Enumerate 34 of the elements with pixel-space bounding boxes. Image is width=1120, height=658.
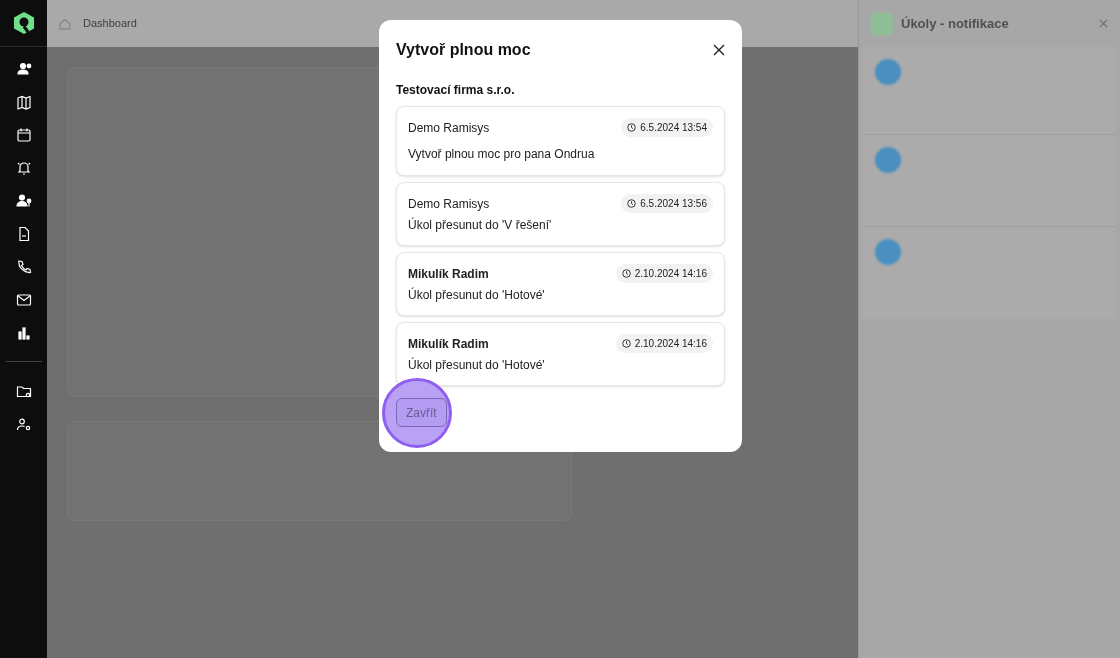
logo-icon[interactable]: [12, 11, 35, 35]
folder-gear-icon[interactable]: [15, 384, 32, 400]
entry-text: Úkol přesunut do 'V řešení': [408, 216, 553, 234]
entry-text: Vytvoř plnou moc pro pana Ondrua: [408, 146, 596, 163]
close-button[interactable]: Zavřít: [396, 398, 447, 427]
entry-text: Úkol přesunut do 'Hotové': [408, 356, 546, 374]
clock-icon: [627, 199, 637, 208]
dialog-title: Vytvoř plnou moc: [396, 40, 531, 60]
timestamp-badge: 6.5.2024 13:56: [621, 194, 713, 213]
breadcrumb[interactable]: Dashboard: [83, 15, 137, 32]
entry-text: Úkol přesunut do 'Hotové': [408, 286, 546, 304]
bell-icon[interactable]: [15, 160, 32, 176]
author-name: Mikulík Radim: [408, 265, 489, 283]
author-name: Mikulík Radim: [408, 335, 489, 353]
bar-chart-icon[interactable]: [15, 325, 32, 341]
clock-icon: [627, 123, 637, 132]
clock-icon: [621, 269, 631, 278]
timestamp-badge: 6.5.2024 13:54: [621, 118, 713, 137]
users-icon[interactable]: [15, 61, 32, 77]
timestamp-badge: 2.10.2024 14:16: [615, 264, 713, 283]
close-icon[interactable]: [713, 44, 725, 56]
calendar-icon[interactable]: [15, 127, 32, 143]
phone-icon[interactable]: [15, 259, 32, 275]
company-name: Testovací firma s.r.o.: [396, 82, 516, 99]
panel-title: Úkoly - notifikace: [901, 14, 1010, 33]
user-gear-icon[interactable]: [15, 417, 32, 433]
mail-icon[interactable]: [15, 292, 32, 308]
author-name: Demo Ramisys: [408, 119, 490, 137]
panel-logo-icon: [871, 12, 893, 35]
map-icon[interactable]: [15, 94, 32, 110]
author-name: Demo Ramisys: [408, 195, 490, 213]
timestamp-badge: 2.10.2024 14:16: [615, 334, 713, 353]
user-key-icon[interactable]: [15, 193, 32, 209]
clock-icon: [621, 339, 631, 348]
